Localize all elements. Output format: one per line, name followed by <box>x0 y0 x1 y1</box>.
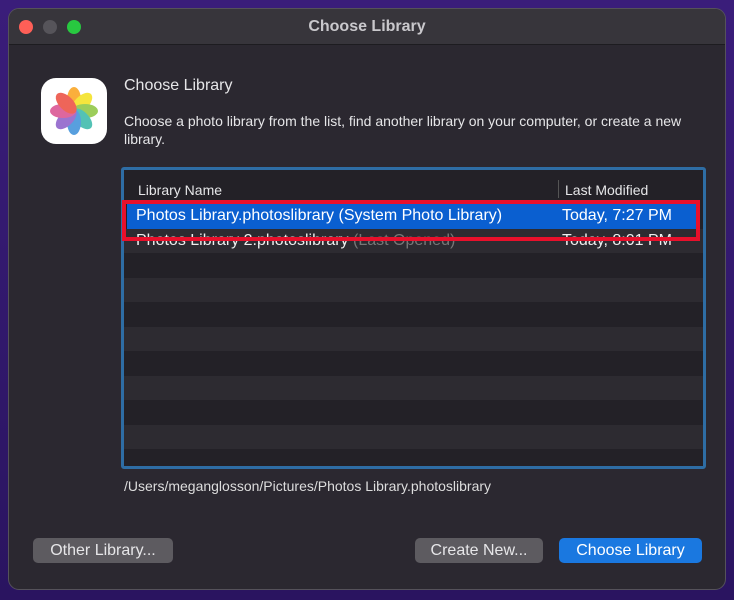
zoom-button[interactable] <box>67 20 81 34</box>
highlight-box <box>122 200 700 241</box>
column-last-modified[interactable]: Last Modified <box>565 182 648 198</box>
table-header: Library Name Last Modified <box>124 170 703 200</box>
other-library-button[interactable]: Other Library... <box>33 538 173 563</box>
title-bar: Choose Library <box>9 9 725 45</box>
minimize-button[interactable] <box>43 20 57 34</box>
choose-library-button[interactable]: Choose Library <box>559 538 702 563</box>
library-path: /Users/meganglosson/Pictures/Photos Libr… <box>124 478 492 494</box>
window-title: Choose Library <box>308 18 426 35</box>
create-new-button[interactable]: Create New... <box>415 538 543 563</box>
column-library-name[interactable]: Library Name <box>138 182 222 198</box>
dialog-heading: Choose Library <box>124 77 233 94</box>
close-button[interactable] <box>19 20 33 34</box>
photos-app-icon <box>41 78 107 144</box>
dialog-description: Choose a photo library from the list, fi… <box>124 113 682 147</box>
choose-library-dialog: Choose Library Choose Library Choose a p… <box>8 8 726 590</box>
column-divider <box>558 180 559 198</box>
